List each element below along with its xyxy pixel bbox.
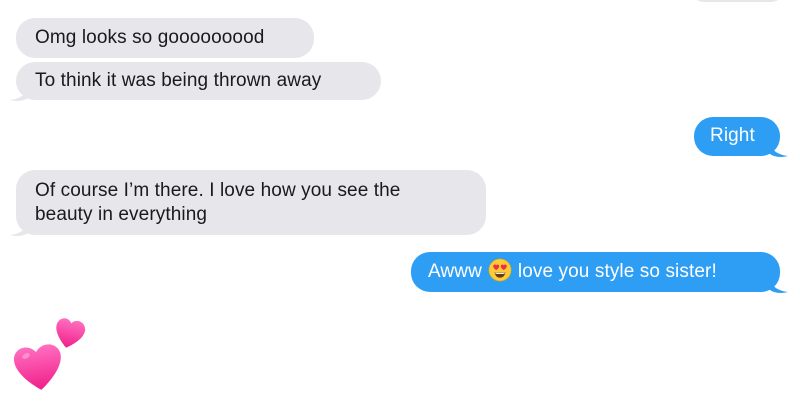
message-text-line: beauty in everything — [35, 204, 208, 225]
bubble-tail — [10, 217, 30, 236]
received-message-bubble[interactable]: To think it was being thrown away — [16, 62, 381, 100]
message-text: Right — [710, 125, 755, 146]
sent-message-bubble[interactable]: Awww love you style so sister! — [411, 252, 780, 292]
received-message-bubble[interactable]: Omg looks so gooooooood — [16, 18, 314, 58]
smiling-face-with-heart-eyes-icon — [488, 258, 512, 282]
message-text: love you style so sister! — [517, 261, 717, 283]
message-text: Awww — [428, 261, 482, 283]
previous-message-bubble-edge — [690, 0, 785, 2]
message-text: Omg looks so gooooooood — [35, 27, 265, 48]
bubble-tail — [10, 82, 30, 101]
received-message-bubble[interactable]: Of course I’m there. I love how you see … — [16, 170, 486, 235]
message-text: To think it was being thrown away — [35, 70, 322, 91]
bubble-tail — [768, 274, 788, 293]
bubble-tail — [768, 138, 788, 157]
message-text-line: Of course I’m there. I love how you see … — [35, 180, 401, 201]
two-hearts-icon[interactable] — [12, 316, 90, 396]
